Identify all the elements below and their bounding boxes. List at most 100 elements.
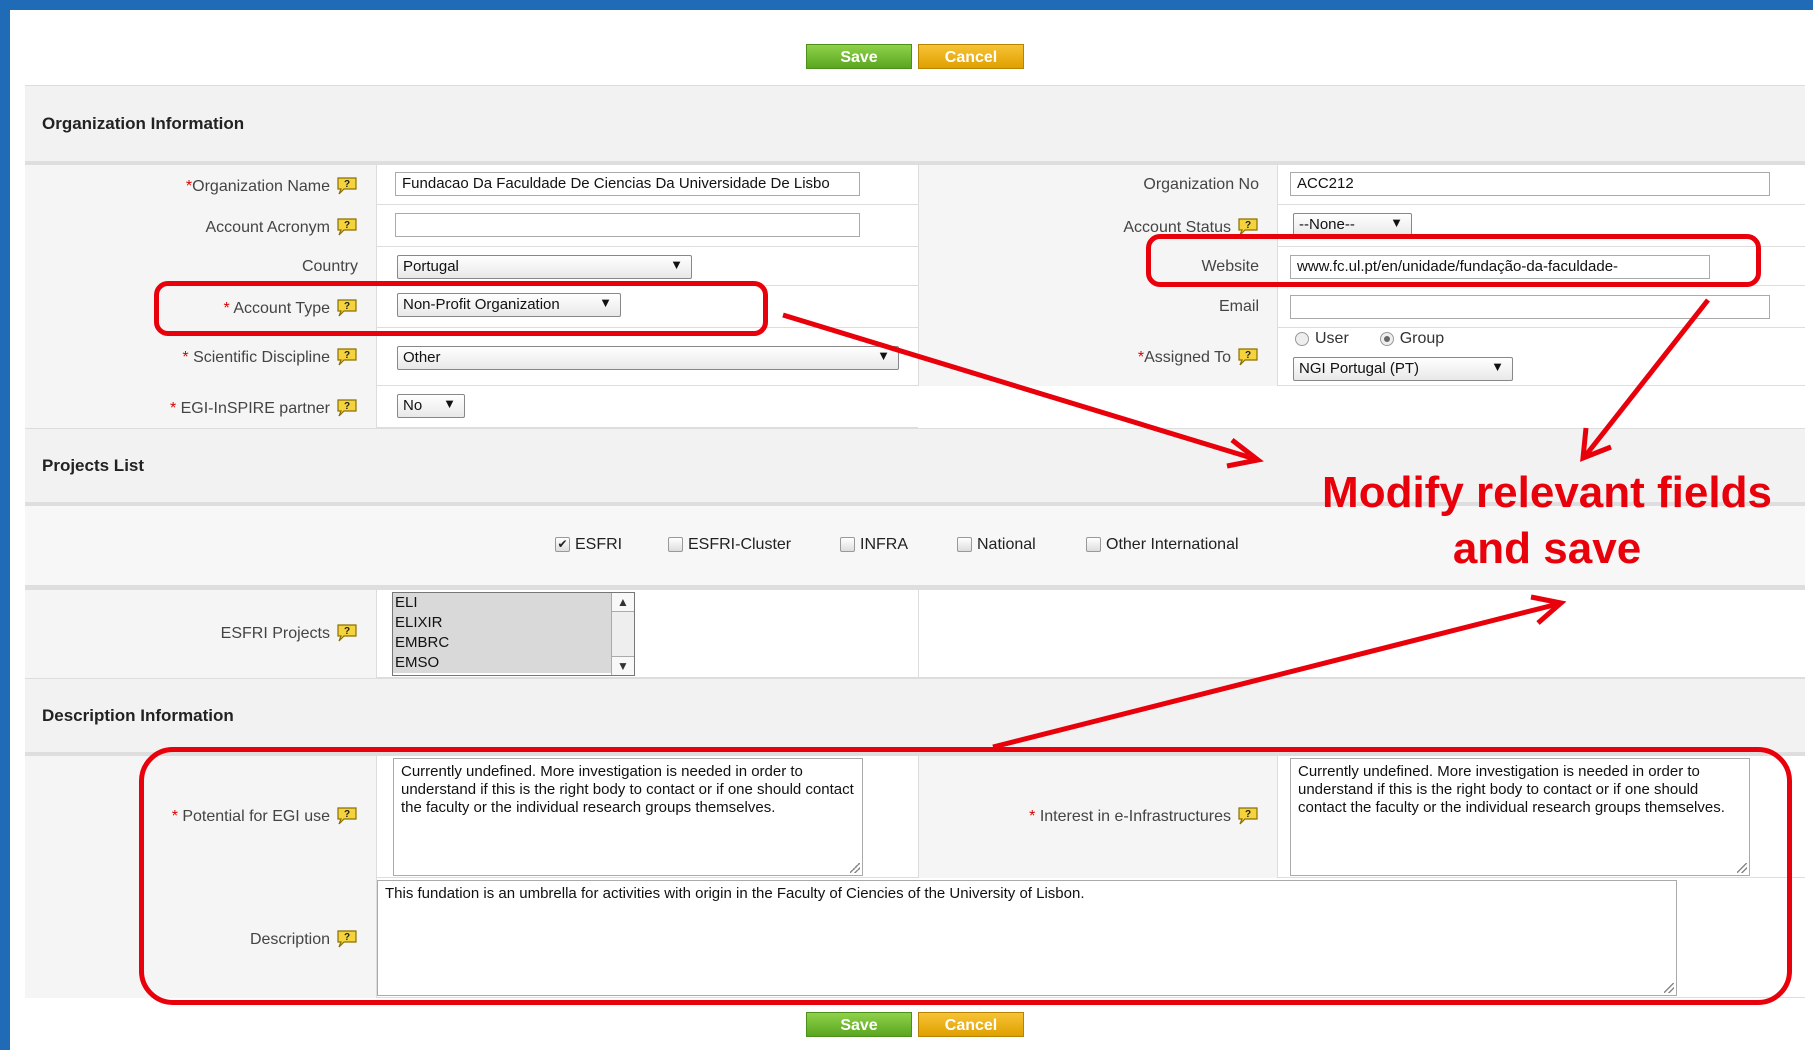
svg-text:?: ? xyxy=(344,809,350,820)
org-name-input[interactable]: Fundacao Da Faculdade De Ciencias Da Uni… xyxy=(395,172,860,196)
help-icon[interactable]: ? xyxy=(1237,218,1259,236)
description-label-text: Description xyxy=(249,931,330,948)
svg-text:?: ? xyxy=(344,626,350,637)
resize-handle-icon[interactable] xyxy=(1737,863,1747,873)
esfri-projects-listbox[interactable]: ELI ELIXIR EMBRC EMSO ▲ ▼ xyxy=(392,592,635,676)
form-row-partner: * EGI-InSPIRE partner? No ▼ xyxy=(25,386,918,428)
cancel-button[interactable]: Cancel xyxy=(918,44,1024,69)
help-icon[interactable]: ? xyxy=(336,930,358,948)
chevron-down-icon: ▼ xyxy=(443,396,456,411)
acronym-label-text: Account Acronym xyxy=(205,219,331,236)
account-type-label: * Account Type? xyxy=(25,286,377,328)
assigned-radio-group: User Group xyxy=(1295,330,1444,348)
help-icon[interactable]: ? xyxy=(336,399,358,417)
help-icon[interactable]: ? xyxy=(336,348,358,366)
org-no-label: Organization No xyxy=(918,165,1278,205)
svg-text:?: ? xyxy=(1245,350,1251,361)
help-icon[interactable]: ? xyxy=(336,299,358,317)
form-row-esfri-projects: ESFRI Projects? ELI ELIXIR EMBRC EMSO ▲ … xyxy=(25,590,1805,678)
radio-group[interactable] xyxy=(1379,331,1394,346)
resize-handle-icon[interactable] xyxy=(1664,983,1674,993)
save-button-bottom[interactable]: Save xyxy=(806,1012,912,1037)
list-item[interactable]: EMBRC xyxy=(393,633,634,653)
email-label: Email xyxy=(918,286,1278,328)
top-button-bar: Save Cancel xyxy=(806,44,1026,70)
potential-textarea[interactable]: Currently undefined. More investigation … xyxy=(393,758,863,876)
form-row-potential: * Potential for EGI use? Currently undef… xyxy=(25,756,1805,878)
interest-text: Currently undefined. More investigation … xyxy=(1298,763,1725,816)
help-icon[interactable]: ? xyxy=(336,177,358,195)
checkbox-infra[interactable]: INFRA xyxy=(840,536,908,554)
annotation-note-line2: and save xyxy=(1452,524,1642,573)
description-text: This fundation is an umbrella for activi… xyxy=(385,885,1085,902)
interest-label-text: Interest in e-Infrastructures xyxy=(1039,808,1231,825)
annotation-note-line1: Modify relevant fields xyxy=(1322,468,1772,517)
checkbox-esfri-cluster[interactable]: ESFRI-Cluster xyxy=(668,536,791,554)
assigned-to-value: NGI Portugal (PT) xyxy=(1299,360,1420,377)
potential-label: * Potential for EGI use? xyxy=(25,756,377,878)
partner-value: No xyxy=(403,397,423,414)
partner-select[interactable]: No ▼ xyxy=(397,394,465,418)
radio-group-label: Group xyxy=(1399,330,1445,347)
list-item[interactable]: ELIXIR xyxy=(393,613,634,633)
checkbox-label: ESFRI-Cluster xyxy=(688,536,792,553)
help-icon[interactable]: ? xyxy=(1237,807,1259,825)
chevron-down-icon: ▼ xyxy=(670,257,683,272)
svg-text:?: ? xyxy=(344,179,350,190)
checkbox-national[interactable]: National xyxy=(957,536,1036,554)
help-icon[interactable]: ? xyxy=(1237,348,1259,366)
partner-label-text: EGI-InSPIRE partner xyxy=(180,400,330,417)
account-status-select[interactable]: --None-- ▼ xyxy=(1293,213,1412,237)
email-input[interactable] xyxy=(1290,295,1770,319)
account-status-value: --None-- xyxy=(1299,216,1355,233)
account-status-label-text: Account Status xyxy=(1123,219,1231,236)
chevron-down-icon: ▼ xyxy=(599,295,612,310)
org-name-label: *Organization Name? xyxy=(25,165,377,205)
radio-user-label: User xyxy=(1315,330,1349,347)
checkbox-esfri[interactable]: ✔ ESFRI xyxy=(555,536,622,554)
chevron-down-icon: ▼ xyxy=(1390,215,1403,230)
chevron-down-icon: ▼ xyxy=(1491,359,1504,374)
interest-textarea[interactable]: Currently undefined. More investigation … xyxy=(1290,758,1750,876)
potential-text: Currently undefined. More investigation … xyxy=(401,763,854,816)
cancel-button-bottom[interactable]: Cancel xyxy=(918,1012,1024,1037)
acronym-input[interactable] xyxy=(395,213,860,237)
section-header-description: Description Information xyxy=(25,678,1805,752)
potential-label-text: Potential for EGI use xyxy=(182,808,330,825)
section-header-organization: Organization Information xyxy=(25,85,1805,161)
help-icon[interactable]: ? xyxy=(336,624,358,642)
country-select[interactable]: Portugal ▼ xyxy=(397,255,692,279)
org-no-input[interactable]: ACC212 xyxy=(1290,172,1770,196)
svg-text:?: ? xyxy=(344,401,350,412)
country-label: Country xyxy=(25,247,377,286)
description-textarea[interactable]: This fundation is an umbrella for activi… xyxy=(377,880,1677,996)
list-item[interactable]: ELI xyxy=(393,593,634,613)
country-value: Portugal xyxy=(403,258,459,275)
checkbox-box xyxy=(840,537,855,553)
assigned-to-select[interactable]: NGI Portugal (PT) ▼ xyxy=(1293,357,1513,381)
description-label: Description? xyxy=(25,878,377,998)
resize-handle-icon[interactable] xyxy=(850,863,860,873)
list-item[interactable]: EMSO xyxy=(393,653,634,673)
scroll-down-icon[interactable]: ▼ xyxy=(612,656,634,675)
save-button[interactable]: Save xyxy=(806,44,912,69)
assigned-to-label: *Assigned To? xyxy=(918,328,1278,386)
website-label: Website xyxy=(918,247,1278,286)
checkbox-box xyxy=(1086,537,1101,553)
esfri-projects-label: ESFRI Projects? xyxy=(25,590,377,678)
svg-text:?: ? xyxy=(1245,809,1251,820)
scroll-up-icon[interactable]: ▲ xyxy=(612,593,634,612)
scrollbar[interactable]: ▲ ▼ xyxy=(611,593,634,675)
help-icon[interactable]: ? xyxy=(336,218,358,236)
account-type-select[interactable]: Non-Profit Organization ▼ xyxy=(397,293,621,317)
checkbox-label: Other International xyxy=(1106,536,1239,553)
discipline-value: Other xyxy=(403,349,441,366)
svg-text:?: ? xyxy=(344,932,350,943)
website-input[interactable]: www.fc.ul.pt/en/unidade/fundação-da-facu… xyxy=(1290,255,1710,279)
radio-user[interactable] xyxy=(1295,331,1309,346)
help-icon[interactable]: ? xyxy=(336,807,358,825)
discipline-select[interactable]: Other ▼ xyxy=(397,346,899,370)
account-type-label-text: Account Type xyxy=(233,300,330,317)
checkbox-box xyxy=(668,537,683,553)
checkbox-other-international[interactable]: Other International xyxy=(1086,536,1239,554)
